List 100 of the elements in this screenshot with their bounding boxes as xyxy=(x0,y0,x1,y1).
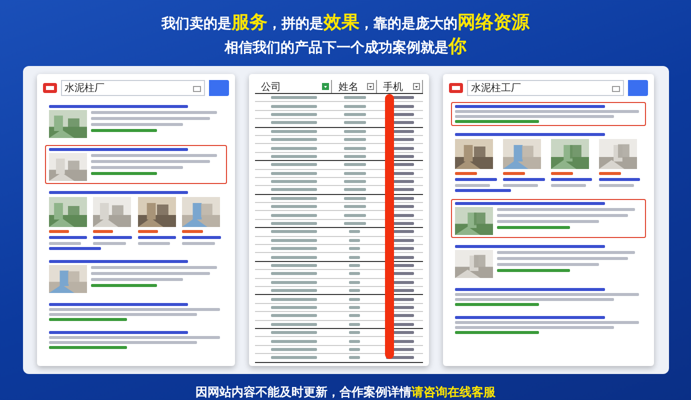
blurred-text xyxy=(598,178,640,181)
blurred-text xyxy=(270,121,317,124)
blurred-text xyxy=(598,184,634,187)
blurred-text xyxy=(182,230,203,233)
blurred-text xyxy=(344,222,366,226)
column-header: 手机 xyxy=(376,80,423,93)
blurred-text xyxy=(270,238,317,242)
blurred-text xyxy=(90,129,157,132)
blurred-text xyxy=(138,242,170,245)
blurred-text xyxy=(270,314,317,318)
blurred-text xyxy=(349,256,360,259)
camera-icon xyxy=(612,84,620,92)
blurred-text xyxy=(349,340,360,343)
blurred-text xyxy=(344,154,366,158)
blurred-text xyxy=(270,322,317,326)
blurred-text xyxy=(270,180,317,184)
blurred-text xyxy=(349,230,360,234)
blurred-text xyxy=(93,242,126,245)
blurred-text xyxy=(270,214,317,217)
blurred-text xyxy=(270,356,317,360)
blurred-text xyxy=(344,130,366,133)
blurred-text xyxy=(344,196,366,200)
blurred-text xyxy=(138,236,176,239)
blurred-text xyxy=(344,163,366,166)
blurred-text xyxy=(502,178,545,181)
blurred-text xyxy=(182,236,222,239)
blurred-text xyxy=(349,238,360,242)
blurred-text xyxy=(270,163,317,166)
blurred-text xyxy=(270,146,317,150)
blurred-text xyxy=(344,214,366,217)
blurred-text xyxy=(270,280,317,284)
blurred-text xyxy=(349,289,360,292)
blurred-text xyxy=(455,184,490,187)
headline: 我们卖的是服务，拼的是效果，靠的是庞大的网络资源 xyxy=(162,14,530,32)
column-header: 姓名 xyxy=(332,80,377,93)
camera-icon xyxy=(193,84,202,92)
footer-note: 因网站内容不能及时更新，合作案例详情请咨询在线客服 xyxy=(196,384,496,400)
blurred-text xyxy=(48,236,88,239)
blurred-text xyxy=(344,104,366,108)
subheadline: 相信我们的产品下一个成功案例就是你 xyxy=(224,38,466,56)
blurred-text xyxy=(349,272,360,276)
blurred-text xyxy=(90,172,157,175)
blurred-text xyxy=(270,230,317,234)
blurred-text xyxy=(598,172,621,175)
blurred-text xyxy=(270,331,317,334)
blurred-text xyxy=(349,306,360,309)
blurred-text xyxy=(270,348,317,351)
blurred-text xyxy=(270,104,317,108)
blurred-text xyxy=(344,96,366,100)
blurred-text xyxy=(344,112,366,116)
blurred-text xyxy=(138,230,158,233)
blurred-text xyxy=(93,230,114,233)
blurred-text xyxy=(90,284,157,287)
blurred-text xyxy=(270,340,317,343)
blurred-text xyxy=(349,331,360,334)
blurred-text xyxy=(270,172,317,175)
logo-icon xyxy=(42,83,56,93)
blurred-text xyxy=(270,306,317,309)
blurred-text xyxy=(344,121,366,124)
blurred-text xyxy=(349,348,360,351)
blurred-text xyxy=(270,138,317,142)
blurred-text xyxy=(344,180,366,184)
blurred-text xyxy=(349,264,360,267)
blurred-text xyxy=(455,178,497,181)
column-header: 公司 xyxy=(255,80,332,93)
blurred-text xyxy=(550,178,592,181)
blurred-text xyxy=(344,138,366,142)
blurred-text xyxy=(270,247,317,250)
blurred-text xyxy=(455,172,477,175)
blurred-text xyxy=(270,154,317,158)
blurred-text xyxy=(182,242,215,245)
blurred-text xyxy=(48,242,82,245)
blurred-text xyxy=(550,172,573,175)
blurred-text xyxy=(270,289,317,292)
blurred-text xyxy=(344,205,366,208)
blurred-text xyxy=(48,230,69,233)
blurred-text xyxy=(270,264,317,267)
blurred-text xyxy=(349,280,360,284)
blurred-text xyxy=(270,272,317,276)
blurred-text xyxy=(270,256,317,259)
blurred-text xyxy=(502,184,538,187)
blurred-text xyxy=(550,184,586,187)
blurred-text xyxy=(270,188,317,192)
blurred-text xyxy=(455,189,512,192)
blurred-text xyxy=(502,172,525,175)
blurred-text xyxy=(344,146,366,150)
logo-icon xyxy=(449,83,463,93)
blurred-text xyxy=(270,222,317,226)
blurred-text xyxy=(270,205,317,208)
blurred-text xyxy=(349,298,360,301)
blurred-text xyxy=(270,130,317,133)
blurred-text xyxy=(349,247,360,250)
blurred-text xyxy=(93,236,132,239)
blurred-text xyxy=(270,96,317,100)
blurred-text xyxy=(349,356,360,360)
blurred-text xyxy=(270,298,317,301)
blurred-text xyxy=(349,314,360,318)
blurred-text xyxy=(270,196,317,200)
blurred-text xyxy=(48,247,101,250)
blurred-text xyxy=(344,188,366,192)
